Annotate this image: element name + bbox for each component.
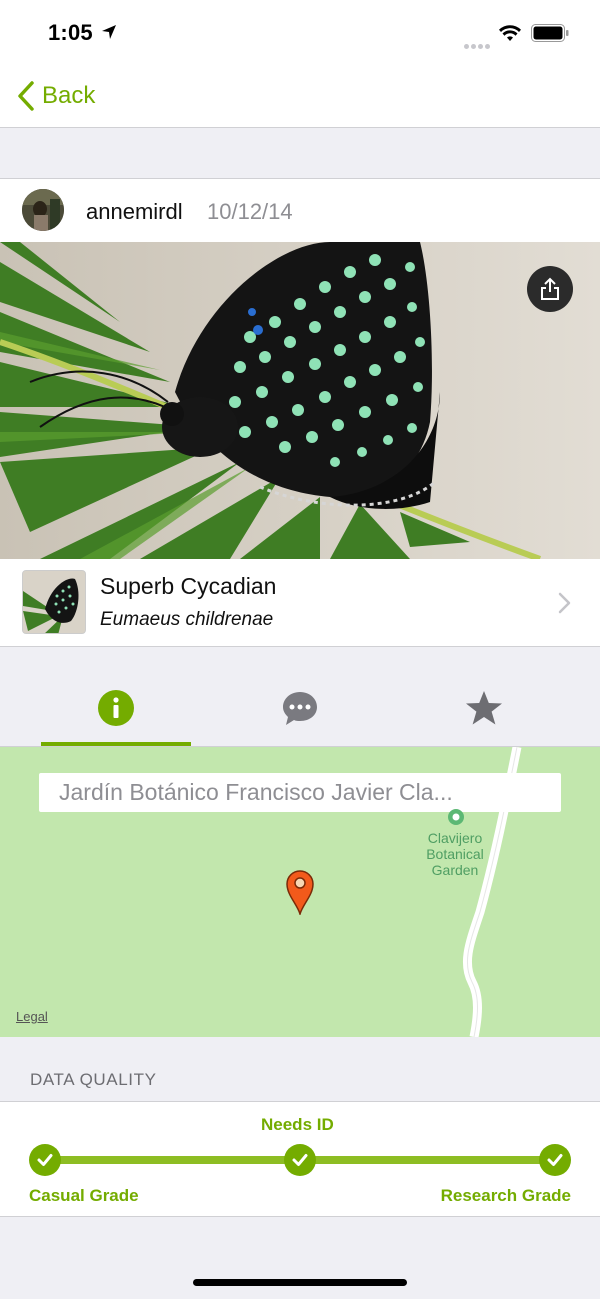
tab-info[interactable]: [96, 688, 136, 728]
map-location-label[interactable]: Jardín Botánico Francisco Javier Cla...: [39, 773, 561, 812]
dq-node-casual: [29, 1144, 61, 1176]
check-icon: [37, 1154, 53, 1166]
butterfly-photo: [0, 242, 600, 559]
map-legal-link[interactable]: Legal: [16, 1009, 48, 1024]
avatar[interactable]: [22, 189, 64, 231]
species-thumbnail: [22, 570, 86, 634]
avatar-image: [22, 189, 64, 231]
check-icon: [547, 1154, 563, 1166]
username[interactable]: annemirdl: [86, 199, 183, 225]
butterfly-thumbnail: [23, 571, 85, 633]
data-quality-header: DATA QUALITY: [30, 1070, 157, 1089]
poi-marker-icon: [448, 809, 464, 825]
home-indicator: [193, 1279, 407, 1286]
dq-casual-label: Casual Grade: [29, 1186, 139, 1205]
detail-tabs: [0, 668, 600, 748]
dq-needs-id-label: Needs ID: [261, 1115, 334, 1134]
map-pin-icon[interactable]: [285, 869, 315, 915]
navigation-bar: Back: [0, 66, 600, 128]
wifi-icon: [499, 25, 521, 41]
dq-node-needs-id: [284, 1144, 316, 1176]
active-tab-indicator: [41, 742, 191, 746]
battery-icon: [531, 24, 569, 42]
tab-activity[interactable]: [280, 688, 320, 728]
location-arrow-icon: [102, 25, 116, 39]
chevron-left-icon: [18, 81, 34, 111]
tab-favorites[interactable]: [464, 688, 504, 728]
species-row[interactable]: Superb Cycadian Eumaeus childrenae: [0, 559, 600, 647]
chevron-right-icon: [558, 592, 571, 614]
status-bar: 1:05: [0, 0, 600, 66]
observation-photo[interactable]: [0, 242, 600, 559]
status-time: 1:05: [48, 20, 93, 45]
signal-dots-icon: [464, 36, 492, 49]
back-label: Back: [42, 82, 96, 109]
dq-node-research: [539, 1144, 571, 1176]
back-button[interactable]: Back: [16, 78, 95, 114]
share-icon: [541, 277, 559, 300]
poi-label-line3: Garden: [431, 862, 479, 878]
poi-label-line2: Botanical: [426, 846, 484, 862]
info-icon: [98, 690, 134, 726]
poi-label[interactable]: Clavijero Botanical Garden: [405, 830, 505, 878]
observation-date: 10/12/14: [207, 199, 293, 224]
dq-research-label: Research Grade: [440, 1186, 571, 1205]
share-button[interactable]: [527, 266, 573, 312]
star-icon: [466, 691, 502, 725]
species-scientific-name: Eumaeus childrenae: [100, 609, 274, 630]
poi-label-line1: Clavijero: [427, 830, 483, 846]
check-icon: [292, 1154, 308, 1166]
location-map[interactable]: Jardín Botánico Francisco Javier Cla... …: [0, 747, 600, 1037]
observer-row: annemirdl 10/12/14: [0, 178, 600, 242]
chat-bubble-icon: [283, 692, 317, 725]
species-common-name: Superb Cycadian: [100, 573, 277, 599]
data-quality-panel: Needs ID Casual Grade Research Grade: [0, 1101, 600, 1217]
